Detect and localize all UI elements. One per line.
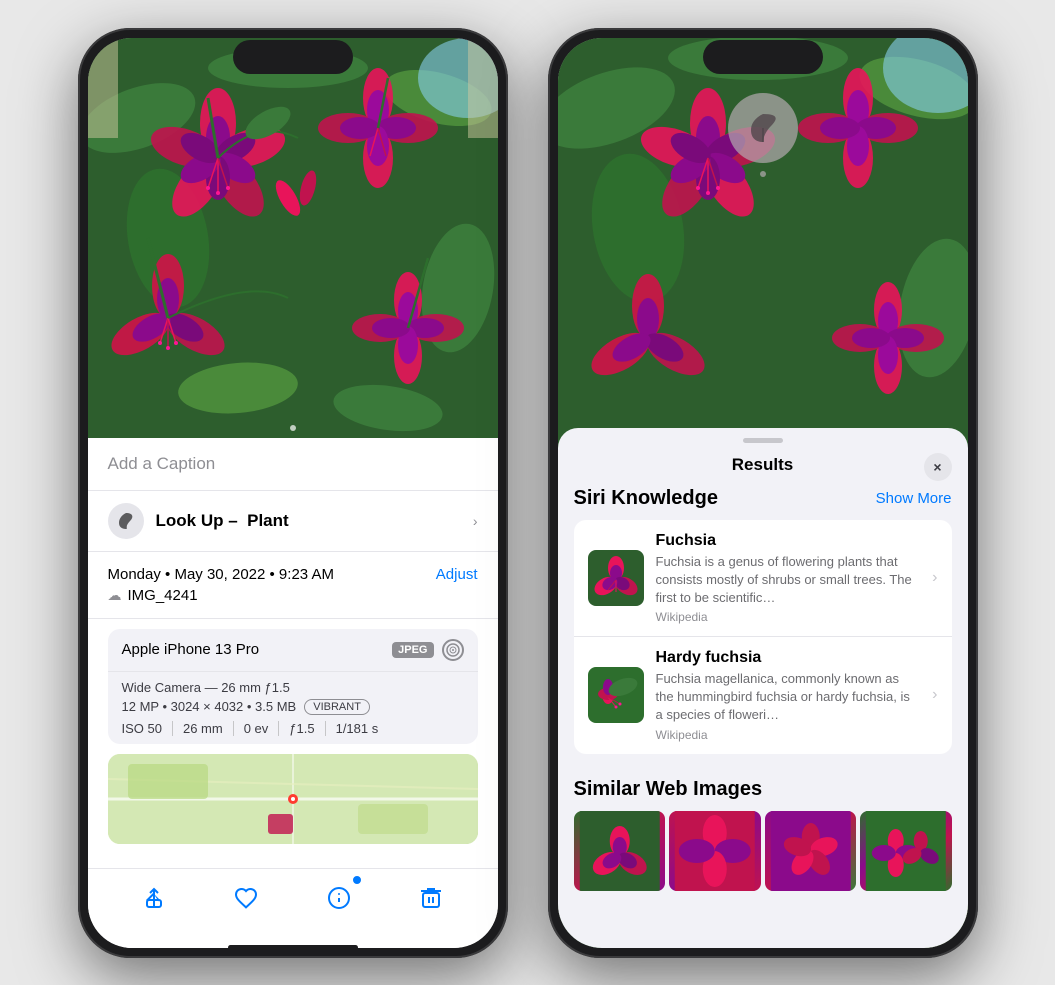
siri-dot — [760, 171, 766, 177]
exif-ev: 0 ev — [234, 721, 280, 736]
similar-img-2[interactable] — [669, 811, 761, 891]
results-panel: Results × Siri Knowledge Show More — [558, 428, 968, 948]
info-badge — [351, 874, 363, 886]
exif-iso: ISO 50 — [122, 721, 173, 736]
camera-details: Wide Camera — 26 mm ƒ1.5 12 MP • 3024 × … — [108, 672, 478, 744]
results-title: Results — [732, 455, 793, 475]
left-screen: Add a Caption Look Up – Plant › — [88, 38, 498, 948]
leaf-icon — [116, 511, 136, 531]
hardy-thumb-svg — [588, 667, 644, 723]
jpeg-badge: JPEG — [392, 642, 433, 658]
sim-svg-4 — [860, 811, 952, 891]
lens-svg — [445, 642, 461, 658]
date-row: Monday • May 30, 2022 • 9:23 AM Adjust — [108, 566, 478, 583]
lookup-row[interactable]: Look Up – Plant › — [88, 491, 498, 552]
map-svg — [108, 754, 478, 844]
siri-section-header: Siri Knowledge Show More — [574, 487, 952, 510]
share-icon — [142, 886, 166, 910]
dynamic-island — [233, 40, 353, 74]
lens-icon — [442, 639, 464, 661]
fuchsia-desc: Fuchsia is a genus of flowering plants t… — [656, 553, 921, 608]
fuchsia-thumbnail — [588, 550, 644, 606]
show-more-button[interactable]: Show More — [876, 490, 952, 507]
lookup-label: Look Up – Plant — [156, 511, 289, 531]
right-phone: Results × Siri Knowledge Show More — [548, 28, 978, 958]
fuchsia-name: Fuchsia — [656, 532, 921, 550]
knowledge-card: Fuchsia Fuchsia is a genus of flowering … — [574, 520, 952, 754]
exif-shutter: 1/181 s — [326, 721, 389, 736]
home-indicator — [228, 945, 358, 950]
left-phone: Add a Caption Look Up – Plant › — [78, 28, 508, 958]
similar-img-1[interactable] — [574, 811, 666, 891]
similar-title: Similar Web Images — [574, 778, 952, 801]
adjust-btn[interactable]: Adjust — [436, 566, 478, 583]
similar-images-row — [574, 811, 952, 891]
info-section: Monday • May 30, 2022 • 9:23 AM Adjust ☁… — [88, 552, 498, 619]
lookup-type: Plant — [247, 511, 289, 530]
knowledge-item-fuchsia[interactable]: Fuchsia Fuchsia is a genus of flowering … — [574, 520, 952, 638]
similar-img-3[interactable] — [765, 811, 857, 891]
lookup-bold: Look Up – — [156, 511, 238, 530]
toolbar — [88, 868, 498, 948]
close-icon: × — [933, 459, 941, 475]
hardy-text: Hardy fuchsia Fuchsia magellanica, commo… — [656, 649, 921, 742]
flower-photo[interactable] — [88, 38, 498, 438]
info-icon — [327, 886, 351, 910]
fuchsia-text: Fuchsia Fuchsia is a genus of flowering … — [656, 532, 921, 625]
hardy-name: Hardy fuchsia — [656, 649, 921, 667]
wide-camera: Wide Camera — 26 mm ƒ1.5 — [122, 680, 464, 695]
info-button[interactable] — [319, 878, 359, 918]
exif-focal: 26 mm — [173, 721, 234, 736]
caption-placeholder: Add a Caption — [108, 454, 216, 473]
fuchsia-source: Wikipedia — [656, 610, 921, 624]
map-preview[interactable] — [108, 754, 478, 844]
fuchsia-chevron: › — [932, 569, 937, 587]
date-text: Monday • May 30, 2022 • 9:23 AM — [108, 566, 334, 583]
filename-text: IMG_4241 — [128, 587, 198, 604]
caption-area[interactable]: Add a Caption — [88, 438, 498, 491]
exif-row: ISO 50 26 mm 0 ev ƒ1.5 1/181 s — [122, 721, 464, 736]
lookup-chevron: › — [473, 513, 478, 529]
exif-aperture: ƒ1.5 — [279, 721, 325, 736]
fuchsia-thumb-svg — [588, 550, 644, 606]
hardy-chevron: › — [932, 686, 937, 704]
sim-svg-2 — [669, 811, 761, 891]
knowledge-item-hardy[interactable]: Hardy fuchsia Fuchsia magellanica, commo… — [574, 637, 952, 754]
close-button[interactable]: × — [924, 453, 952, 481]
cloud-icon: ☁ — [108, 587, 122, 604]
camera-header: Apple iPhone 13 Pro JPEG — [108, 629, 478, 672]
hardy-source: Wikipedia — [656, 728, 921, 742]
camera-card: Apple iPhone 13 Pro JPEG — [108, 629, 478, 744]
mp-row: 12 MP • 3024 × 4032 • 3.5 MB VIBRANT — [122, 699, 464, 715]
sim-svg-1 — [574, 811, 666, 891]
siri-knowledge-section: Siri Knowledge Show More — [558, 487, 968, 766]
results-header: Results × — [558, 443, 968, 487]
similar-img-4[interactable] — [860, 811, 952, 891]
hardy-thumbnail — [588, 667, 644, 723]
similar-section: Similar Web Images — [558, 766, 968, 891]
camera-icons-row: JPEG — [392, 639, 463, 661]
heart-button[interactable] — [226, 878, 266, 918]
hardy-desc: Fuchsia magellanica, commonly known as t… — [656, 670, 921, 725]
trash-icon — [420, 886, 442, 910]
sim-svg-3 — [765, 811, 857, 891]
lookup-icon — [108, 503, 144, 539]
share-button[interactable] — [134, 878, 174, 918]
siri-visual-button[interactable] — [728, 93, 798, 163]
mp-text: 12 MP • 3024 × 4032 • 3.5 MB — [122, 699, 297, 714]
trash-button[interactable] — [411, 878, 451, 918]
heart-icon — [234, 886, 258, 910]
leaf-visual-icon — [745, 110, 781, 146]
siri-knowledge-title: Siri Knowledge — [574, 487, 718, 510]
camera-name: Apple iPhone 13 Pro — [122, 641, 260, 658]
filename-row: ☁ IMG_4241 — [108, 587, 478, 604]
right-screen: Results × Siri Knowledge Show More — [558, 38, 968, 948]
vibrant-badge: VIBRANT — [304, 699, 370, 715]
right-dynamic-island — [703, 40, 823, 74]
